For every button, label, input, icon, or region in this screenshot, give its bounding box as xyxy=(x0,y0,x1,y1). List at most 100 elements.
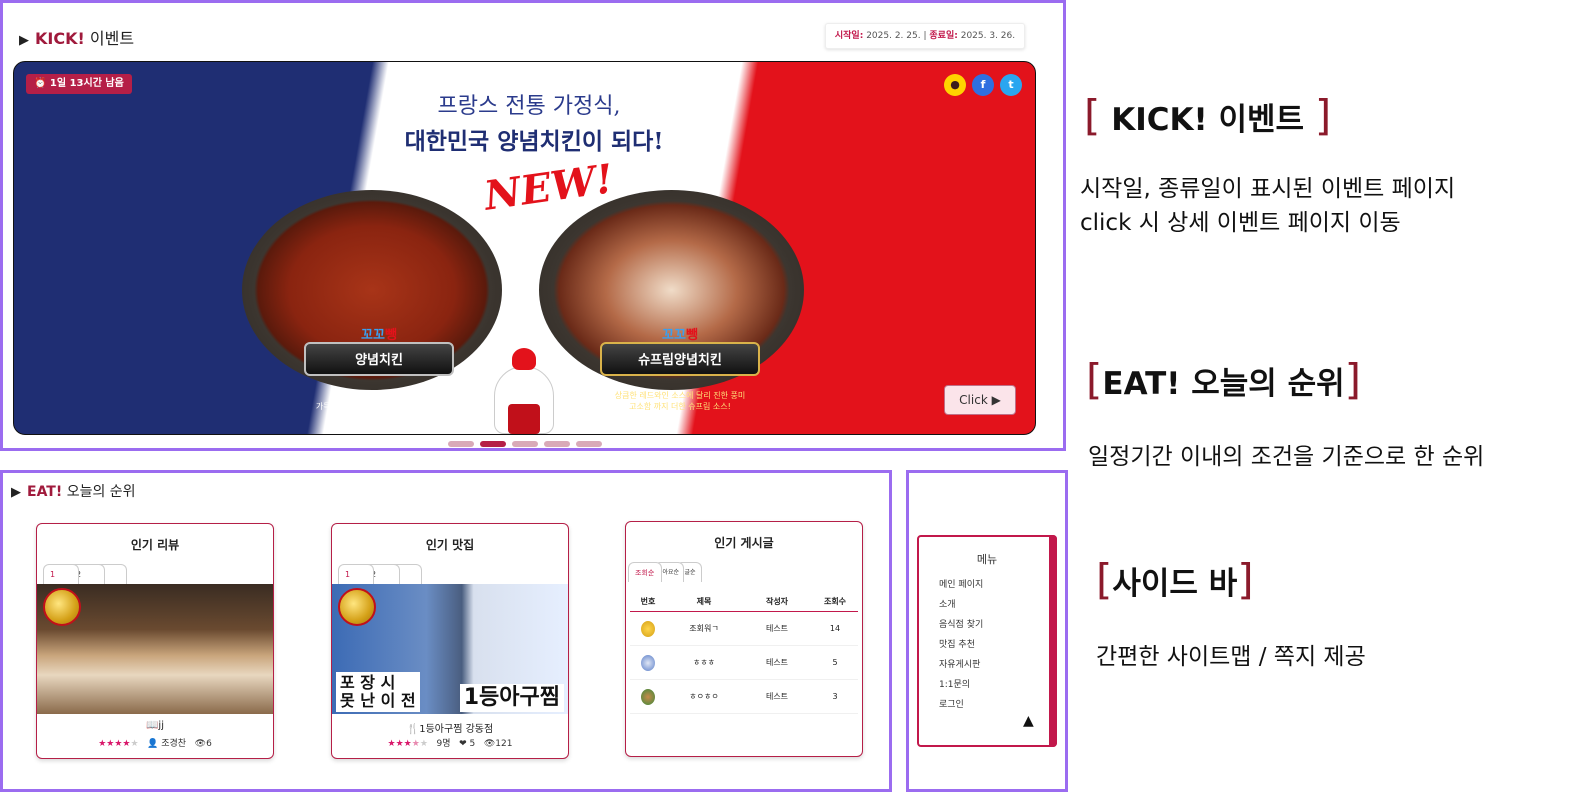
start-date-value: 2025. 2. 25. xyxy=(866,31,921,41)
twitter-share-icon[interactable]: t xyxy=(1000,74,1022,96)
annotation-side-line1: 간편한 사이트맵 / 쪽지 제공 xyxy=(1096,644,1366,670)
sidebar-item-find-restaurant[interactable]: 음식점 찾기 xyxy=(939,617,983,630)
sidebar-item-free-board[interactable]: 자유게시판 xyxy=(939,657,980,670)
review-author: 👤 조경찬 xyxy=(147,739,187,749)
product-desc-left-line1: 상큼한 레드와인 소스가 xyxy=(339,391,419,400)
annotation-kick-title: [ KICK! 이벤트 ] xyxy=(1084,91,1332,140)
rank-section-title: ▶ EAT! 오늘의 순위 xyxy=(11,481,136,501)
bronze-ribbon-icon xyxy=(630,680,666,713)
gold-ribbon-icon xyxy=(630,612,666,645)
header-author: 작성자 xyxy=(765,597,789,606)
header-views: 조회수 xyxy=(823,597,847,606)
rank-title-brand: EAT! xyxy=(27,484,63,500)
kakao-share-icon[interactable]: ● xyxy=(944,74,966,96)
review-tab-1[interactable]: 1 xyxy=(43,564,79,584)
post-title[interactable]: 조회워ㄱ xyxy=(666,612,742,645)
restaurant-reviews: 9명 xyxy=(436,739,451,749)
review-name: 📖jj xyxy=(145,720,164,731)
facebook-share-icon[interactable]: f xyxy=(972,74,994,96)
slide-dot-1[interactable] xyxy=(448,441,474,447)
table-row[interactable]: ㅎㅇㅎㅇ 테스트 3 xyxy=(630,680,858,714)
annotation-eat-title-text: EAT! 오늘의 순위 xyxy=(1102,366,1345,402)
annotation-kick-line1: 시작일, 종류일이 표시된 이벤트 페이지 xyxy=(1080,176,1456,202)
restaurant-meta: ★★★★★ 9명 ❤ 5 👁121 xyxy=(332,736,568,749)
annotation-side-title: [사이드 바] xyxy=(1096,555,1254,604)
rating-stars: ★★★★★ xyxy=(387,739,428,749)
event-title-brand: KICK! xyxy=(35,29,85,48)
product-desc-right-line2: 고소함 까지 더한 슈프림 소스! xyxy=(629,402,731,411)
banner-headline-1: 프랑스 전통 가정식, xyxy=(437,94,621,119)
remaining-time-badge: ⏰ 1일 13시간 남음 xyxy=(26,74,132,94)
mascot-comb xyxy=(512,348,536,370)
restaurant-tab-1[interactable]: 1 xyxy=(338,564,374,584)
event-click-button[interactable]: Click ▶ xyxy=(944,385,1016,415)
annotation-kick-line2: click 시 상세 이벤트 페이지 이동 xyxy=(1080,210,1401,236)
sidebar-panel: 메뉴 메인 페이지 소개 음식점 찾기 맛집 추천 자유게시판 1:1문의 로그… xyxy=(906,470,1068,792)
rank-panel: ▶ EAT! 오늘의 순위 인기 리뷰 3 2 1 📖jj ★★★★★ 👤 조경찬… xyxy=(0,470,892,792)
restaurant-tabs: 3 2 1 xyxy=(332,564,568,584)
review-photo[interactable] xyxy=(37,584,273,714)
annotation-side-desc: 간편한 사이트맵 / 쪽지 제공 xyxy=(1096,640,1366,674)
annotation-kick-desc: 시작일, 종류일이 표시된 이벤트 페이지 click 시 상세 이벤트 페이지… xyxy=(1080,172,1455,240)
date-separator: | xyxy=(923,31,927,41)
annotation-eat-desc: 일정기간 이내의 조건을 기준으로 한 순위 xyxy=(1088,440,1484,474)
table-row[interactable]: 조회워ㄱ 테스트 14 xyxy=(630,612,858,646)
board-table-header: 번호 제목 작성자 조회수 xyxy=(630,592,858,612)
annotation-eat-title: [EAT! 오늘의 순위] xyxy=(1086,355,1362,404)
end-date-value: 2025. 3. 26. xyxy=(960,31,1016,41)
brand-red-left: 뺑 xyxy=(384,328,397,343)
restaurant-name: 🍴1등아구찜 강동점 xyxy=(406,724,494,735)
slide-dot-2[interactable] xyxy=(480,441,506,447)
event-banner[interactable]: ⏰ 1일 13시간 남음 ● f t 프랑스 전통 가정식, 대한민국 양념치킨… xyxy=(13,61,1036,435)
product-desc-right-line1: 상큼한 레드와인 소스에 달리 진한 풍미 xyxy=(614,391,746,400)
sidebar-item-main[interactable]: 메인 페이지 xyxy=(939,577,983,590)
product-name-left: 양념치킨 xyxy=(355,353,403,368)
rank-title-text: 오늘의 순위 xyxy=(66,484,136,500)
post-author: 테스트 xyxy=(765,624,789,633)
chicken-mascot-image xyxy=(484,336,564,434)
gold-medal-icon xyxy=(338,588,376,626)
review-tabs: 3 2 1 xyxy=(37,564,273,584)
slide-dot-5[interactable] xyxy=(576,441,602,447)
board-tab-views[interactable]: 조회순 xyxy=(628,562,662,582)
post-title[interactable]: ㅎㅎㅎ xyxy=(666,646,742,679)
table-row[interactable]: ㅎㅎㅎ 테스트 5 xyxy=(630,646,858,680)
post-views: 3 xyxy=(832,692,838,701)
post-title[interactable]: ㅎㅇㅎㅇ xyxy=(666,680,742,713)
popular-restaurant-card[interactable]: 인기 맛집 3 2 1 포 장 시 못 난 이 전 1등아구찜 🍴1등아구찜 강… xyxy=(331,523,569,759)
annotation-kick-title-text: KICK! 이벤트 xyxy=(1111,102,1305,138)
review-views: 👁6 xyxy=(194,739,212,749)
product-ribbon-left: 꼬꼬뺑 양념치킨 xyxy=(304,328,454,376)
gold-medal-icon xyxy=(43,588,81,626)
product-brand-right: 꼬꼬뺑 xyxy=(662,328,698,344)
restaurant-sign-left: 포 장 시 못 난 이 전 xyxy=(336,672,420,712)
sidebar-item-login[interactable]: 로그인 xyxy=(939,697,964,710)
scroll-top-icon[interactable]: ▲ xyxy=(1023,713,1034,729)
slide-dot-3[interactable] xyxy=(512,441,538,447)
sidebar-item-inquiry[interactable]: 1:1문의 xyxy=(939,677,970,690)
end-date-label: 종료일: xyxy=(929,31,958,41)
brand-blue-right: 꼬꼬 xyxy=(662,328,686,343)
brand-blue-left: 꼬꼬 xyxy=(361,328,385,343)
annotation-side-title-text: 사이드 바 xyxy=(1112,566,1238,602)
post-views: 5 xyxy=(832,658,838,667)
popular-board-card: 인기 게시글 댓글순 좋아요순 조회순 번호 제목 작성자 조회수 조회워ㄱ 테… xyxy=(625,521,863,757)
event-date-box: 시작일: 2025. 2. 25. | 종료일: 2025. 3. 26. xyxy=(825,23,1025,49)
sidebar-menu: 메뉴 메인 페이지 소개 음식점 찾기 맛집 추천 자유게시판 1:1문의 로그… xyxy=(917,535,1057,747)
restaurant-sign-right: 1등아구찜 xyxy=(459,684,564,712)
popular-review-title: 인기 리뷰 xyxy=(130,538,180,552)
sidebar-item-recommend[interactable]: 맛집 추천 xyxy=(939,637,975,650)
page-root: ▶ KICK! 이벤트 시작일: 2025. 2. 25. | 종료일: 2025… xyxy=(0,0,1588,804)
triangle-icon: ▶ xyxy=(19,33,29,48)
product-ribbon-right: 꼬꼬뺑 슈프림양념치킨 xyxy=(600,328,760,376)
mascot-apron xyxy=(508,404,540,434)
popular-review-card[interactable]: 인기 리뷰 3 2 1 📖jj ★★★★★ 👤 조경찬 👁6 xyxy=(36,523,274,759)
annotation-eat-line1: 일정기간 이내의 조건을 기준으로 한 순위 xyxy=(1088,444,1485,470)
post-author: 테스트 xyxy=(765,658,789,667)
restaurant-photo[interactable]: 포 장 시 못 난 이 전 1등아구찜 xyxy=(332,584,568,714)
start-date-label: 시작일: xyxy=(834,31,864,41)
review-meta: ★★★★★ 👤 조경찬 👁6 xyxy=(37,736,273,749)
slide-dot-4[interactable] xyxy=(544,441,570,447)
header-title: 제목 xyxy=(696,597,712,606)
sidebar-item-about[interactable]: 소개 xyxy=(939,597,956,610)
